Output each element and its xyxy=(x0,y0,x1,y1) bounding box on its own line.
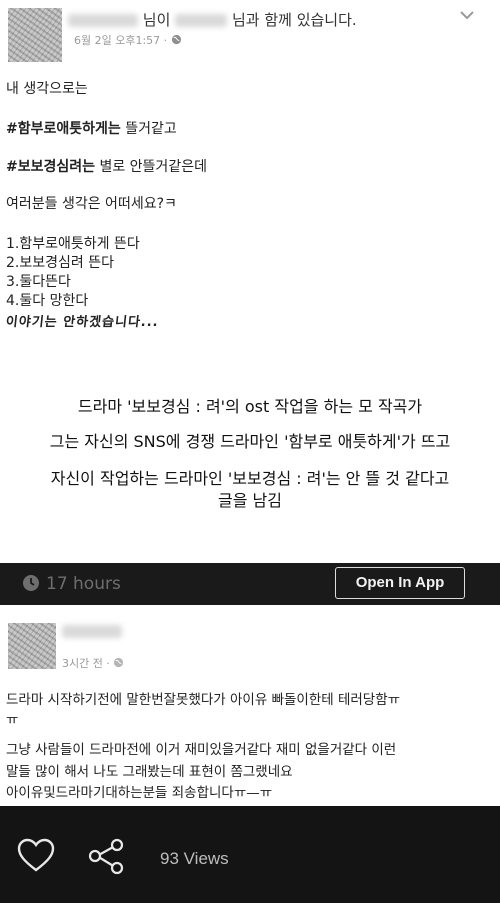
action-bar: 93 Views xyxy=(0,806,500,903)
view-count: 93 Views xyxy=(160,849,229,868)
post-meta: 6월 2일 오후1:57 · xyxy=(74,32,182,48)
caption-line: 드라마 '보보경심 : 려'의 ost 작업을 하는 모 작곡가 xyxy=(77,397,423,416)
post-line: 여러분들 생각은 어떠세요?ㅋ xyxy=(6,196,177,212)
post-line: 그냥 사람들이 드라마전에 이거 재미있을거같다 재미 없을거같다 이런 xyxy=(6,742,397,758)
post-timestamp[interactable]: 3시간 전 · xyxy=(62,657,110,670)
poll-option: 2.보보경심려 뜬다 xyxy=(6,255,114,271)
heart-icon[interactable] xyxy=(16,836,56,876)
caption-line: 그는 자신의 SNS에 경쟁 드라마인 '함부로 애틋하게'가 뜨고 xyxy=(49,432,451,451)
globe-icon xyxy=(171,34,181,45)
header-text-1: 님이 xyxy=(142,11,171,29)
app-banner-bar: 17 hours Open In App xyxy=(0,563,500,605)
caption-line: 글을 남김 xyxy=(218,491,282,510)
caption-line: 자신이 작업하는 드라마인 '보보경심 : 려'는 안 뜰 것 같다고 xyxy=(50,469,450,488)
post-line: #함부로애틋하게는 뜰거같고 xyxy=(6,118,177,138)
header-text-2: 님과 함께 있습니다. xyxy=(231,11,357,29)
share-icon[interactable] xyxy=(86,836,126,876)
post-meta: 3시간 전 · xyxy=(62,655,124,671)
poll-option: 3.둘다뜬다 xyxy=(6,274,71,290)
post-line: 내 생각으로는 xyxy=(6,81,88,97)
post-header: 님이 님과 함께 있습니다. xyxy=(68,9,357,30)
elapsed-time: 17 hours xyxy=(46,574,121,594)
post-line-text: 뜰거같고 xyxy=(120,121,177,137)
clock-icon xyxy=(23,575,39,591)
post-line-text: 별로 안뜰거같은데 xyxy=(95,159,207,175)
chevron-down-icon[interactable] xyxy=(456,4,478,26)
blurred-tagged-name xyxy=(175,14,228,27)
facebook-post-screenshot: 님이 님과 함께 있습니다. 6월 2일 오후1:57 · 내 생각으로는 #함… xyxy=(0,0,500,372)
meta-dot: · xyxy=(163,34,168,47)
globe-icon xyxy=(114,657,124,668)
post-line: 드라마 시작하기전에 말한번잘못했다가 아이유 빠돌이한테 테러당함ㅠ xyxy=(6,692,401,708)
post-line: #보보경심려는 별로 안뜰거같은데 xyxy=(6,156,207,176)
blurred-author-name xyxy=(62,625,122,638)
facebook-reply-screenshot: 3시간 전 · 드라마 시작하기전에 말한번잘못했다가 아이유 빠돌이한테 테러… xyxy=(0,605,500,801)
post-line: ㅠ xyxy=(6,712,19,728)
poll-option: 1.함부로애틋하게 뜬다 xyxy=(6,236,140,252)
handwritten-note: 이야기는 안하겠습니다... xyxy=(5,315,160,330)
post-timestamp[interactable]: 6월 2일 오후1:57 xyxy=(74,34,160,47)
post-line: 말들 많이 해서 나도 그래봤는데 표현이 쫌그랬네요 xyxy=(6,764,293,780)
poll-option: 4.둘다 망한다 xyxy=(6,293,89,309)
open-in-app-button[interactable]: Open In App xyxy=(335,567,465,599)
avatar[interactable] xyxy=(8,623,56,669)
avatar[interactable] xyxy=(8,8,62,62)
hashtag-link[interactable]: #함부로애틋하게는 xyxy=(6,121,121,137)
hashtag-link[interactable]: #보보경심려는 xyxy=(6,159,95,175)
post-line: 아이유및드라마기대하는분들 죄송합니다ㅠ—ㅠ xyxy=(6,785,273,801)
blurred-author-name xyxy=(68,14,138,27)
